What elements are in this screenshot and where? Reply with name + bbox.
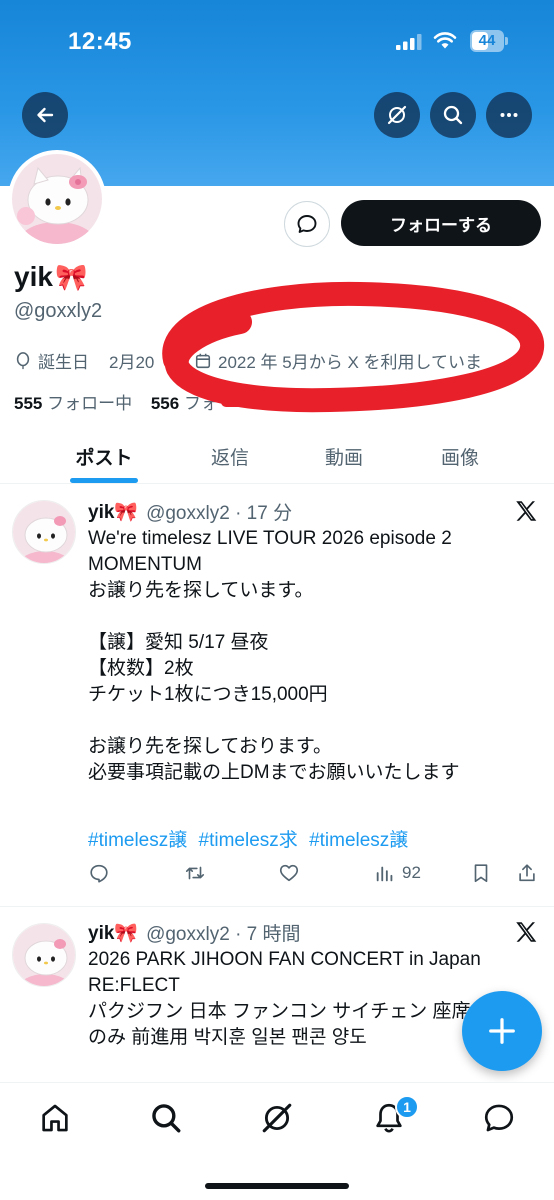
nav-messages[interactable] <box>482 1101 516 1135</box>
status-time: 12:45 <box>68 28 132 55</box>
tab-videos[interactable]: 動画 <box>286 428 402 484</box>
tab-posts[interactable]: ポスト <box>46 428 162 484</box>
birthday-label: 誕生日 <box>38 353 89 372</box>
battery-icon: 44 <box>470 30 508 52</box>
hello-kitty-avatar-image <box>13 501 75 563</box>
tweet[interactable]: yik🎀 @goxxly2 · 17 分 We're timelesz LIVE… <box>0 486 554 906</box>
search-button[interactable] <box>430 92 476 138</box>
tab-images[interactable]: 画像 <box>402 428 518 484</box>
following-label: フォロー中 <box>47 394 133 413</box>
nav-home[interactable] <box>38 1101 72 1135</box>
tweet-actions: 92 <box>88 862 543 892</box>
hello-kitty-avatar-image <box>13 924 75 986</box>
hashtag-link[interactable]: #timelesz求 <box>199 830 298 851</box>
profile-tabs: ポスト 返信 動画 画像 <box>0 428 554 484</box>
tweet-handle-time: @goxxly2 · 7 時間 <box>146 924 301 945</box>
home-indicator <box>205 1183 349 1189</box>
grok-icon <box>387 105 407 125</box>
nav-search[interactable] <box>149 1101 183 1135</box>
like-button[interactable] <box>278 862 300 884</box>
compose-button[interactable] <box>462 991 542 1071</box>
plus-icon <box>489 1018 515 1044</box>
reply-button[interactable] <box>88 862 110 884</box>
grok-icon <box>262 1103 292 1133</box>
message-button[interactable] <box>284 201 330 247</box>
tweet-avatar[interactable] <box>12 923 76 987</box>
tweet-handle-time: @goxxly2 · 17 分 <box>146 503 293 524</box>
profile-display-name: yik 🎀 <box>14 261 87 293</box>
chat-bubble-icon <box>297 215 317 233</box>
ribbon-emoji: 🎀 <box>54 261 88 292</box>
hashtag-link[interactable]: #timelesz譲 <box>88 830 187 851</box>
repost-icon <box>185 866 205 880</box>
repost-button[interactable] <box>184 862 206 884</box>
tweet-header: yik🎀 @goxxly2 · 7 時間 <box>88 919 301 946</box>
cellular-signal-icon <box>396 34 422 50</box>
following-count: 555 <box>14 394 43 413</box>
more-button[interactable] <box>486 92 532 138</box>
analytics-icon <box>376 866 393 882</box>
following-link[interactable]: 555 フォロー中 <box>14 394 132 413</box>
arrow-left-icon <box>37 107 54 123</box>
home-icon <box>42 1104 68 1132</box>
x-logo-icon <box>516 922 537 942</box>
tweet-header: yik🎀 @goxxly2 · 17 分 <box>88 498 292 525</box>
wifi-icon <box>433 32 457 49</box>
search-icon <box>152 1104 181 1133</box>
battery-level: 44 <box>478 32 496 49</box>
birthday-item: 誕生日 2月20 <box>14 348 154 373</box>
tweet-author-name[interactable]: yik🎀 <box>88 500 138 524</box>
share-icon <box>519 864 535 882</box>
tweet-hashtags: #timelesz譲 #timelesz求 #timelesz譲 <box>88 825 414 852</box>
tab-replies[interactable]: 返信 <box>172 428 288 484</box>
reply-icon <box>90 864 108 883</box>
more-horizontal-icon <box>500 113 518 117</box>
tweet-avatar[interactable] <box>12 500 76 564</box>
profile-meta-row: 誕生日 2月20 2022 年 5月から X を利用していま <box>14 348 554 374</box>
heart-icon <box>279 864 299 882</box>
views-button[interactable]: 92 <box>374 862 421 884</box>
share-button[interactable] <box>516 862 538 884</box>
active-tab-indicator <box>70 478 138 483</box>
hashtag-link[interactable]: #timelesz譲 <box>309 830 408 851</box>
profile-handle: @goxxly2 <box>14 300 103 322</box>
follow-button[interactable]: フォローする <box>341 200 541 246</box>
profile-avatar[interactable] <box>8 150 106 248</box>
follow-stats: 555 フォロー中 556 フォ <box>14 389 218 414</box>
display-name-text: yik <box>14 261 53 292</box>
followers-link[interactable]: 556 フォ <box>151 394 218 413</box>
x-logo-icon <box>516 501 537 521</box>
joined-text: 2022 年 5月から X を利用していま <box>218 353 482 372</box>
joined-item: 2022 年 5月から X を利用していま <box>194 348 482 373</box>
followers-count: 556 <box>150 394 180 413</box>
grok-button[interactable] <box>374 92 420 138</box>
bookmark-icon <box>474 864 488 883</box>
views-count: 92 <box>402 863 421 882</box>
followers-label: フォ <box>183 394 218 413</box>
hello-kitty-avatar-image <box>12 154 102 244</box>
birthday-value: 2月20 <box>109 353 155 372</box>
back-button[interactable] <box>22 92 68 138</box>
calendar-icon <box>195 353 211 368</box>
balloon-icon <box>16 351 30 369</box>
chat-bubble-icon <box>484 1104 514 1132</box>
nav-grok[interactable] <box>260 1101 294 1135</box>
notification-badge: 1 <box>395 1095 419 1119</box>
bookmark-button[interactable] <box>470 862 492 884</box>
tweet-author-name[interactable]: yik🎀 <box>88 921 138 945</box>
tweet-text: We're timelesz LIVE TOUR 2026 episode 2 … <box>88 528 460 783</box>
status-bar: 12:45 44 <box>0 0 554 80</box>
search-icon <box>443 105 463 125</box>
